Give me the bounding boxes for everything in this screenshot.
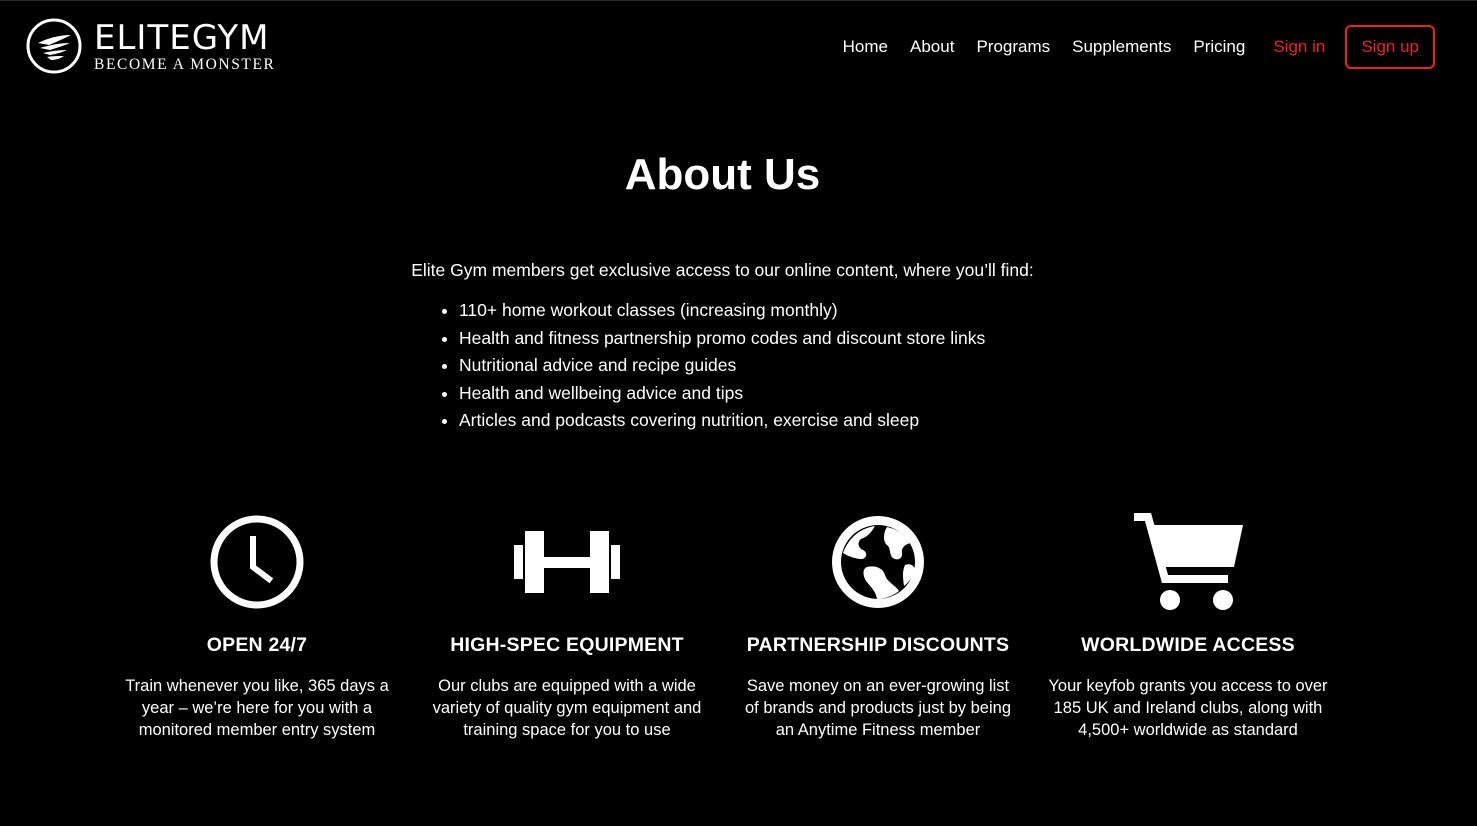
feature-title: WORLDWIDE ACCESS xyxy=(1081,634,1295,656)
dumbbell-icon xyxy=(514,531,620,593)
feature-title: PARTNERSHIP DISCOUNTS xyxy=(746,634,1010,656)
clock-icon xyxy=(210,515,304,609)
list-item: Nutritional advice and recipe guides xyxy=(459,354,985,382)
feature-open-24-7: OPEN 24/7 Train whenever you like, 365 d… xyxy=(102,512,412,741)
cart-icon xyxy=(1134,513,1243,610)
list-item: Health and wellbeing advice and tips xyxy=(459,382,985,410)
list-item: 110+ home workout classes (increasing mo… xyxy=(459,299,985,327)
feature-text: Save money on an ever-growing list of br… xyxy=(744,677,1011,739)
feature-text: Train whenever you like, 365 days a year… xyxy=(125,677,389,739)
feature-text: Our clubs are equipped with a wide varie… xyxy=(432,677,702,739)
feature-discounts: PARTNERSHIP DISCOUNTS Save money on an e… xyxy=(723,512,1033,741)
list-item: Health and fitness partnership promo cod… xyxy=(459,327,985,355)
page-title: About Us xyxy=(624,150,821,199)
feature-text: Your keyfob grants you access to over 18… xyxy=(1048,677,1328,739)
globe-icon xyxy=(832,516,924,608)
feature-equipment: HIGH-SPEC EQUIPMENT Our clubs are equipp… xyxy=(412,512,722,741)
feature-worldwide: WORLDWIDE ACCESS Your keyfob grants you … xyxy=(1033,512,1343,741)
brand-name: ELITEGYM xyxy=(94,18,270,59)
logo-link[interactable]: ELITEGYM BECOME A MONSTER xyxy=(26,18,276,74)
main-nav: Home About Programs Supplements Pricing … xyxy=(821,24,1435,69)
nav-item-home[interactable]: Home xyxy=(843,37,888,57)
signin-link[interactable]: Sign in xyxy=(1273,37,1325,57)
nav-item-about[interactable]: About xyxy=(910,37,954,57)
benefits-list: 110+ home workout classes (increasing mo… xyxy=(441,299,985,437)
list-item: Articles and podcasts covering nutrition… xyxy=(459,409,985,437)
nav-item-programs[interactable]: Programs xyxy=(976,37,1050,57)
site-header: ELITEGYM BECOME A MONSTER Home About Pro… xyxy=(0,0,1477,95)
signup-button[interactable]: Sign up xyxy=(1345,24,1435,69)
wing-logo-icon xyxy=(26,18,82,74)
feature-title: HIGH-SPEC EQUIPMENT xyxy=(450,634,684,656)
feature-title: OPEN 24/7 xyxy=(206,634,308,656)
brand-tagline: BECOME A MONSTER xyxy=(94,56,276,74)
nav-item-pricing[interactable]: Pricing xyxy=(1193,37,1245,57)
nav-item-supplements[interactable]: Supplements xyxy=(1072,37,1171,57)
intro-text: Elite Gym members get exclusive access t… xyxy=(411,260,1034,280)
